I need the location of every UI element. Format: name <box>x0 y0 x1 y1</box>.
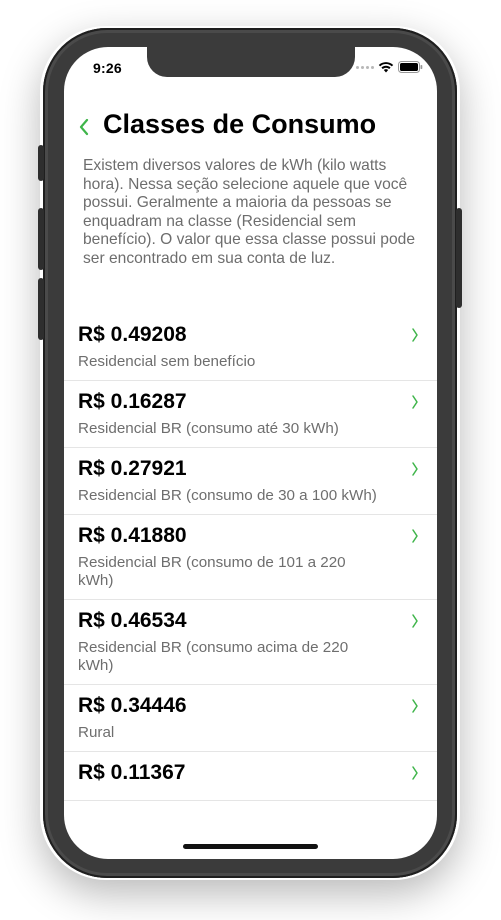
list-item[interactable]: R$ 0.27921 Residencial BR (consumo de 30… <box>64 448 437 515</box>
wifi-icon <box>378 62 394 73</box>
page-title: Classes de Consumo <box>103 109 377 139</box>
item-label: Residencial BR (consumo acima de 220 kWh… <box>78 639 349 674</box>
battery-icon <box>398 61 423 73</box>
chevron-right-icon <box>412 614 418 628</box>
chevron-right-icon <box>412 766 418 780</box>
consumption-class-list: R$ 0.49208 Residencial sem benefício R$ … <box>64 314 437 801</box>
volume-down-button <box>38 278 44 340</box>
item-price: R$ 0.46534 <box>78 609 187 632</box>
item-label: Residencial BR (consumo de 30 a 100 kWh) <box>78 487 377 504</box>
list-item[interactable]: R$ 0.49208 Residencial sem benefício <box>64 314 437 381</box>
list-item[interactable]: R$ 0.34446 Rural <box>64 685 437 752</box>
item-label: Residencial BR (consumo de 101 a 220 kWh… <box>78 554 346 589</box>
item-label: Residencial BR (consumo até 30 kWh) <box>78 420 339 437</box>
chevron-left-icon[interactable] <box>76 115 92 139</box>
volume-up-button <box>38 208 44 270</box>
chevron-right-icon <box>412 328 418 342</box>
navigation-header: Classes de Consumo <box>64 109 437 149</box>
power-button <box>456 208 462 308</box>
item-label: Residencial sem benefício <box>78 353 256 370</box>
list-item[interactable]: R$ 0.46534 Residencial BR (consumo acima… <box>64 600 437 685</box>
notch <box>147 47 355 77</box>
item-price: R$ 0.11367 <box>78 761 186 784</box>
description-text: Existem diversos valores de kWh (kilo wa… <box>83 157 415 267</box>
chevron-right-icon <box>412 529 418 543</box>
item-price: R$ 0.41880 <box>78 524 187 547</box>
chevron-right-icon <box>412 395 418 409</box>
list-item[interactable]: R$ 0.41880 Residencial BR (consumo de 10… <box>64 515 437 600</box>
item-price: R$ 0.49208 <box>78 323 187 346</box>
item-label: Rural <box>78 724 115 741</box>
screen: 9:26 Classes de Consumo Existem diversos… <box>64 47 437 859</box>
mute-switch <box>38 145 44 181</box>
item-price: R$ 0.27921 <box>78 457 187 480</box>
item-price: R$ 0.34446 <box>78 694 187 717</box>
status-time: 9:26 <box>93 60 122 76</box>
chevron-right-icon <box>412 462 418 476</box>
list-item[interactable]: R$ 0.16287 Residencial BR (consumo até 3… <box>64 381 437 448</box>
signal-icon <box>356 65 374 69</box>
chevron-right-icon <box>412 699 418 713</box>
item-price: R$ 0.16287 <box>78 390 187 413</box>
list-item[interactable]: R$ 0.11367 <box>64 752 437 801</box>
status-icons <box>356 61 423 73</box>
home-indicator[interactable] <box>183 844 318 849</box>
